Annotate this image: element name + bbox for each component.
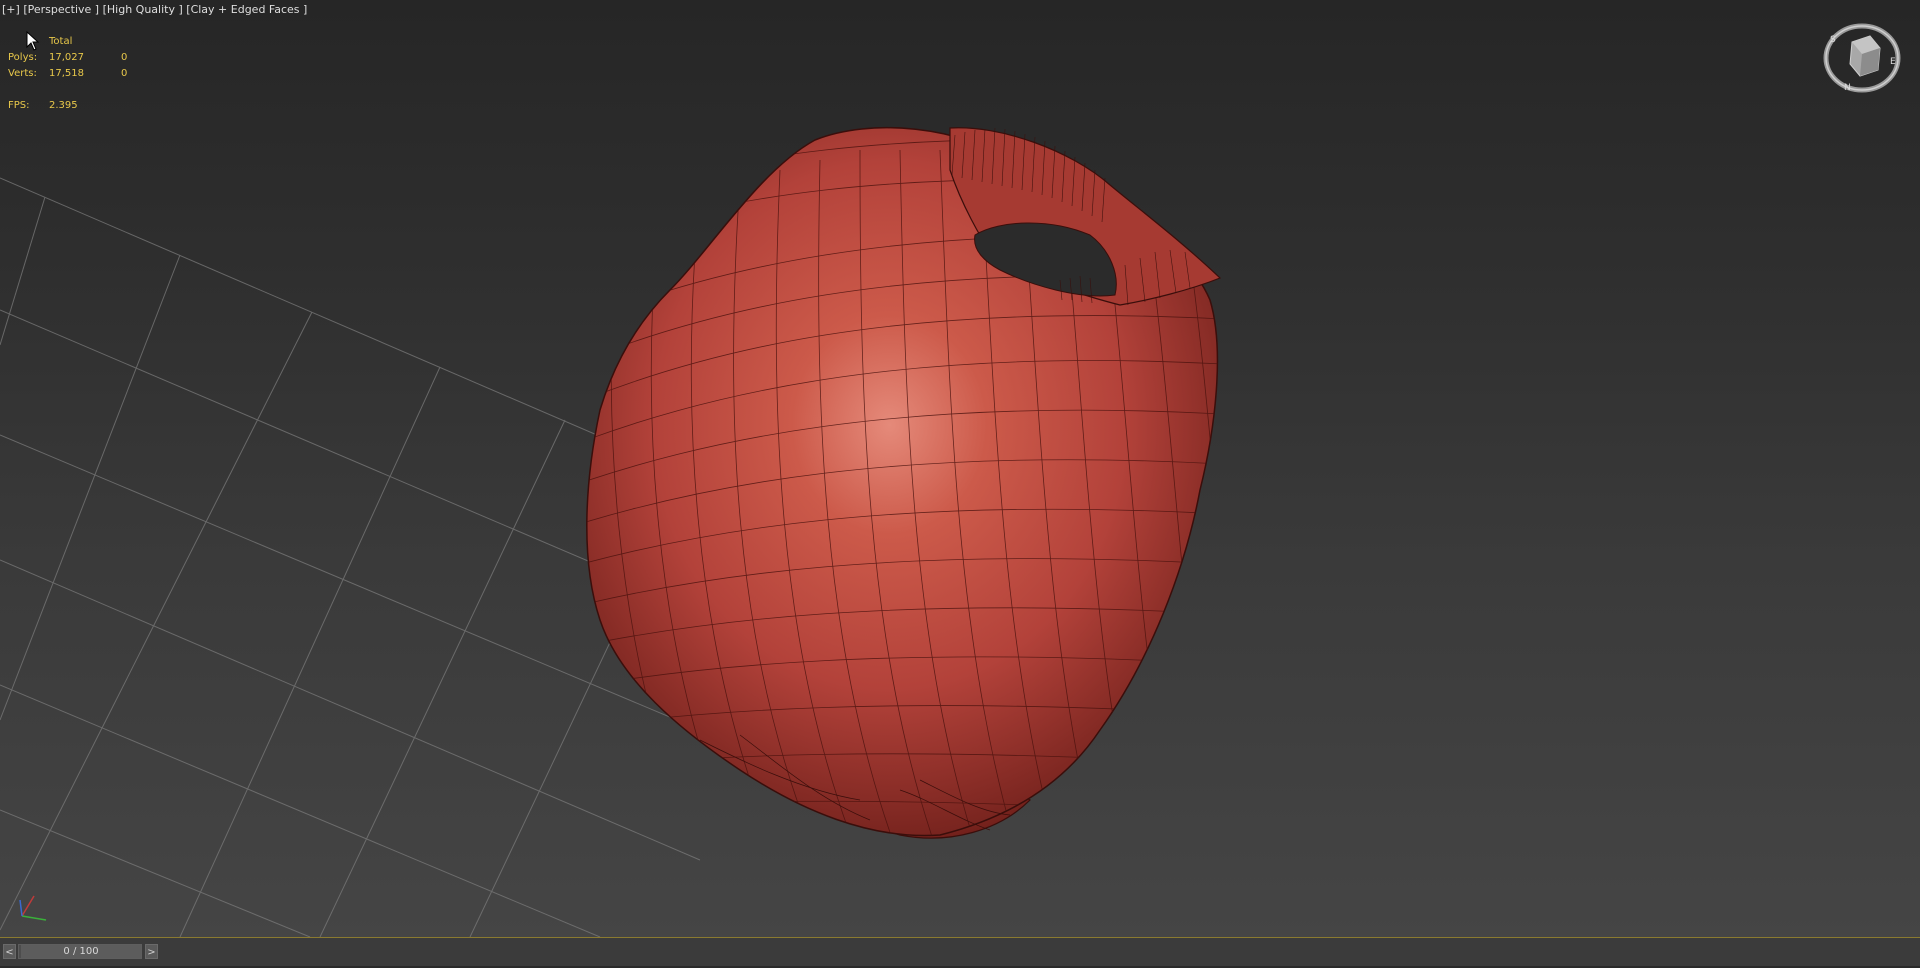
fps-label: FPS: <box>8 100 30 111</box>
viewport-point-of-view-menu[interactable]: [Perspective ] <box>23 3 99 16</box>
scene-canvas[interactable] <box>0 0 1920 937</box>
verts-value: 17,518 <box>49 68 84 79</box>
mouse-cursor-icon <box>26 31 40 51</box>
polys-value: 17,027 <box>49 52 84 63</box>
compass-e: E <box>1890 57 1896 67</box>
verts-label: Verts: <box>8 68 37 79</box>
polys-selected: 0 <box>121 52 128 63</box>
time-slider-bar: < 0 / 100 > <box>0 938 1920 968</box>
clay-model[interactable] <box>560 127 1260 860</box>
viewport-general-menu[interactable]: [+] <box>2 3 20 16</box>
next-frame-button[interactable]: > <box>145 944 158 959</box>
perspective-viewport[interactable]: [+] [Perspective ] [High Quality ] [Clay… <box>0 0 1920 938</box>
viewcube-icon[interactable]: S E N <box>1822 18 1902 94</box>
compass-n: N <box>1844 83 1851 93</box>
viewport-label-menu[interactable]: [+] [Perspective ] [High Quality ] [Clay… <box>2 3 307 16</box>
stats-header: Total <box>49 36 73 47</box>
axis-tripod-icon <box>19 895 47 921</box>
time-slider-thumb[interactable]: 0 / 100 <box>21 945 141 958</box>
time-slider[interactable]: 0 / 100 <box>18 944 142 959</box>
viewport-quality-menu[interactable]: [High Quality ] <box>103 3 183 16</box>
fps-value: 2.395 <box>49 100 78 111</box>
viewport-shading-menu[interactable]: [Clay + Edged Faces ] <box>186 3 307 16</box>
polys-label: Polys: <box>8 52 38 63</box>
compass-s: S <box>1830 35 1836 45</box>
verts-selected: 0 <box>121 68 128 79</box>
previous-frame-button[interactable]: < <box>3 944 16 959</box>
